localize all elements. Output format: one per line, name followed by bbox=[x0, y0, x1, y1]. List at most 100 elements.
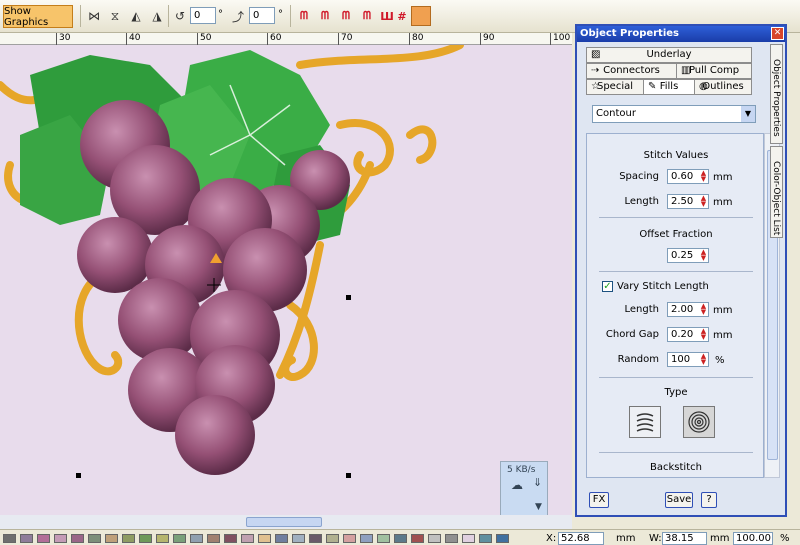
length-unit: mm bbox=[713, 197, 733, 208]
color-swatch[interactable] bbox=[343, 534, 356, 543]
tab-label: Pull Comp bbox=[688, 65, 740, 76]
x-coordinate-field[interactable]: 52.68 bbox=[558, 532, 604, 545]
color-swatch[interactable] bbox=[462, 534, 475, 543]
vary-length-stepper[interactable]: 2.00 ▲ ▼ bbox=[667, 302, 709, 317]
color-swatch[interactable] bbox=[411, 534, 424, 543]
spacing-value: 0.60 bbox=[671, 171, 694, 182]
selection-handle[interactable] bbox=[76, 473, 81, 478]
scrollbar-thumb[interactable] bbox=[246, 517, 322, 527]
color-swatch[interactable] bbox=[479, 534, 492, 543]
tab-outlines[interactable]: ◍ Outlines bbox=[694, 79, 752, 95]
color-swatch[interactable] bbox=[445, 534, 458, 543]
color-swatch[interactable] bbox=[326, 534, 339, 543]
slant-field[interactable]: 0 bbox=[249, 7, 275, 24]
side-tab-object-properties[interactable]: Object Properties bbox=[770, 44, 783, 144]
skew-alt-icon[interactable]: ◮ bbox=[148, 7, 166, 25]
stitch-type-4-icon[interactable]: ᗰ bbox=[358, 7, 376, 25]
color-swatch[interactable] bbox=[258, 534, 271, 543]
color-swatch[interactable] bbox=[275, 534, 288, 543]
contour-stitch-icon[interactable] bbox=[411, 6, 431, 26]
chord-gap-label: Chord Gap bbox=[605, 329, 659, 340]
rotation-degree: ° bbox=[218, 9, 223, 20]
spacing-stepper[interactable]: 0.60 ▲ ▼ bbox=[667, 169, 709, 184]
scroll-down-icon[interactable]: ▼ bbox=[535, 502, 542, 512]
arrow-down-icon: ⇓ bbox=[533, 476, 543, 489]
color-swatch[interactable] bbox=[105, 534, 118, 543]
color-swatch[interactable] bbox=[377, 534, 390, 543]
color-swatch[interactable] bbox=[20, 534, 33, 543]
fx-button[interactable]: FX bbox=[589, 492, 609, 508]
selection-handle[interactable] bbox=[346, 473, 351, 478]
vary-stitch-length-checkbox[interactable]: ✓ bbox=[602, 281, 613, 292]
tab-underlay[interactable]: ▨ Underlay bbox=[586, 47, 752, 63]
horizontal-scrollbar[interactable] bbox=[0, 515, 572, 529]
vary-length-unit: mm bbox=[713, 305, 733, 316]
spin-arrows-icon[interactable]: ▲ ▼ bbox=[699, 249, 708, 262]
mirror-horizontal-icon[interactable]: ⋈ bbox=[85, 7, 103, 25]
side-tab-label: Object Properties bbox=[771, 59, 781, 137]
length-stepper[interactable]: 2.50 ▲ ▼ bbox=[667, 194, 709, 209]
save-button[interactable]: Save bbox=[665, 492, 693, 508]
color-swatch[interactable] bbox=[190, 534, 203, 543]
show-graphics-button[interactable]: Show Graphics bbox=[3, 5, 73, 28]
color-swatch[interactable] bbox=[71, 534, 84, 543]
color-swatch[interactable] bbox=[496, 534, 509, 543]
vary-length-label: Length bbox=[624, 304, 660, 315]
spin-arrows-icon[interactable]: ▲ ▼ bbox=[699, 353, 708, 366]
color-swatch[interactable] bbox=[173, 534, 186, 543]
stitch-values-title: Stitch Values bbox=[643, 150, 709, 161]
wave-contour-icon[interactable] bbox=[629, 406, 661, 438]
color-swatch[interactable] bbox=[292, 534, 305, 543]
zoom-field[interactable]: 100.00 bbox=[733, 532, 773, 545]
color-swatch[interactable] bbox=[224, 534, 237, 543]
color-swatch[interactable] bbox=[156, 534, 169, 543]
skew-icon[interactable]: ◭ bbox=[127, 7, 145, 25]
chord-gap-stepper[interactable]: 0.20 ▲ ▼ bbox=[667, 327, 709, 342]
color-swatch[interactable] bbox=[139, 534, 152, 543]
random-stepper[interactable]: 100 ▲ ▼ bbox=[667, 352, 709, 367]
color-swatch[interactable] bbox=[122, 534, 135, 543]
divider bbox=[599, 217, 753, 218]
color-swatch[interactable] bbox=[207, 534, 220, 543]
pull-comp-icon: ▥ bbox=[681, 65, 691, 76]
color-swatch[interactable] bbox=[241, 534, 254, 543]
color-swatch[interactable] bbox=[3, 534, 16, 543]
color-swatch[interactable] bbox=[88, 534, 101, 543]
tab-connectors[interactable]: ⇢ Connectors bbox=[586, 63, 677, 79]
fill-type-select[interactable]: Contour ▼ bbox=[592, 105, 756, 123]
tab-special[interactable]: ☆ Special bbox=[586, 79, 644, 95]
stitch-type-1-icon[interactable]: ᗰ bbox=[295, 7, 313, 25]
tab-pull-comp[interactable]: ▥ Pull Comp bbox=[676, 63, 752, 79]
color-swatch[interactable] bbox=[428, 534, 441, 543]
ruler-tick: 50 bbox=[197, 33, 211, 45]
color-swatch[interactable] bbox=[394, 534, 407, 543]
spin-arrows-icon[interactable]: ▲ ▼ bbox=[699, 303, 708, 316]
rotate-icon[interactable]: ↺ bbox=[171, 7, 189, 25]
offset-fraction-stepper[interactable]: 0.25 ▲ ▼ bbox=[667, 248, 709, 263]
divider bbox=[599, 271, 753, 272]
chevron-down-icon[interactable]: ▼ bbox=[741, 106, 755, 122]
tab-fills[interactable]: ✎ Fills bbox=[643, 79, 695, 95]
concentric-contour-icon[interactable] bbox=[683, 406, 715, 438]
help-button[interactable]: ? bbox=[701, 492, 717, 508]
stitch-type-2-icon[interactable]: ᗰ bbox=[316, 7, 334, 25]
color-swatch[interactable] bbox=[360, 534, 373, 543]
side-tab-color-object-list[interactable]: Color-Object List bbox=[770, 146, 783, 238]
ruler-tick: 100 bbox=[550, 33, 570, 45]
color-swatch[interactable] bbox=[309, 534, 322, 543]
close-icon[interactable]: ✕ bbox=[771, 27, 784, 40]
slant-icon[interactable]: ⤴ bbox=[229, 7, 247, 25]
mirror-vertical-icon[interactable]: ⧖ bbox=[106, 7, 124, 25]
spin-arrows-icon[interactable]: ▲ ▼ bbox=[699, 170, 708, 183]
spin-arrows-icon[interactable]: ▲ ▼ bbox=[699, 328, 708, 341]
toolbar-separator bbox=[80, 5, 81, 27]
width-field[interactable]: 38.15 bbox=[662, 532, 707, 545]
color-swatch[interactable] bbox=[37, 534, 50, 543]
design-canvas[interactable] bbox=[0, 45, 572, 515]
stitch-type-3-icon[interactable]: ᗰ bbox=[337, 7, 355, 25]
selection-handle[interactable] bbox=[346, 295, 351, 300]
color-swatch[interactable] bbox=[54, 534, 67, 543]
stitch-grid-icon[interactable]: # bbox=[393, 7, 411, 25]
spin-arrows-icon[interactable]: ▲ ▼ bbox=[699, 195, 708, 208]
rotation-field[interactable]: 0 bbox=[190, 7, 216, 24]
